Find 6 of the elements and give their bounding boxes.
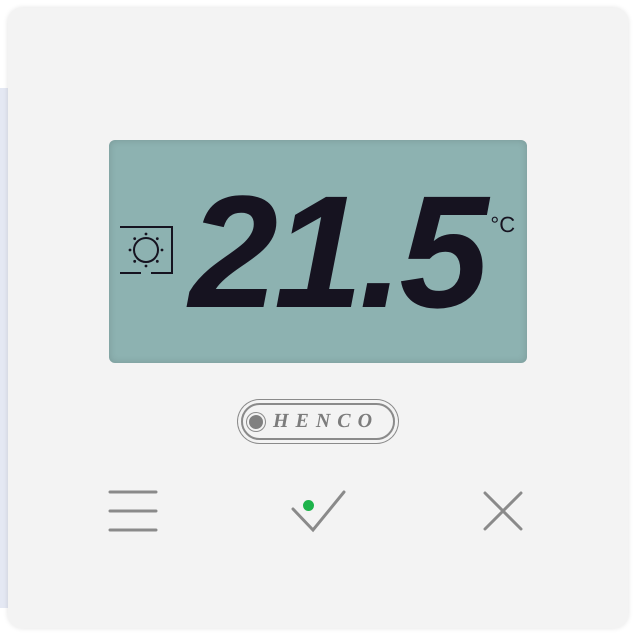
menu-icon: [107, 489, 159, 533]
close-icon: [482, 490, 524, 532]
logo-dot-icon: [248, 414, 263, 428]
temperature-unit: °C: [490, 212, 516, 238]
brand-name: HENCO: [272, 410, 380, 433]
check-icon: [290, 489, 346, 533]
